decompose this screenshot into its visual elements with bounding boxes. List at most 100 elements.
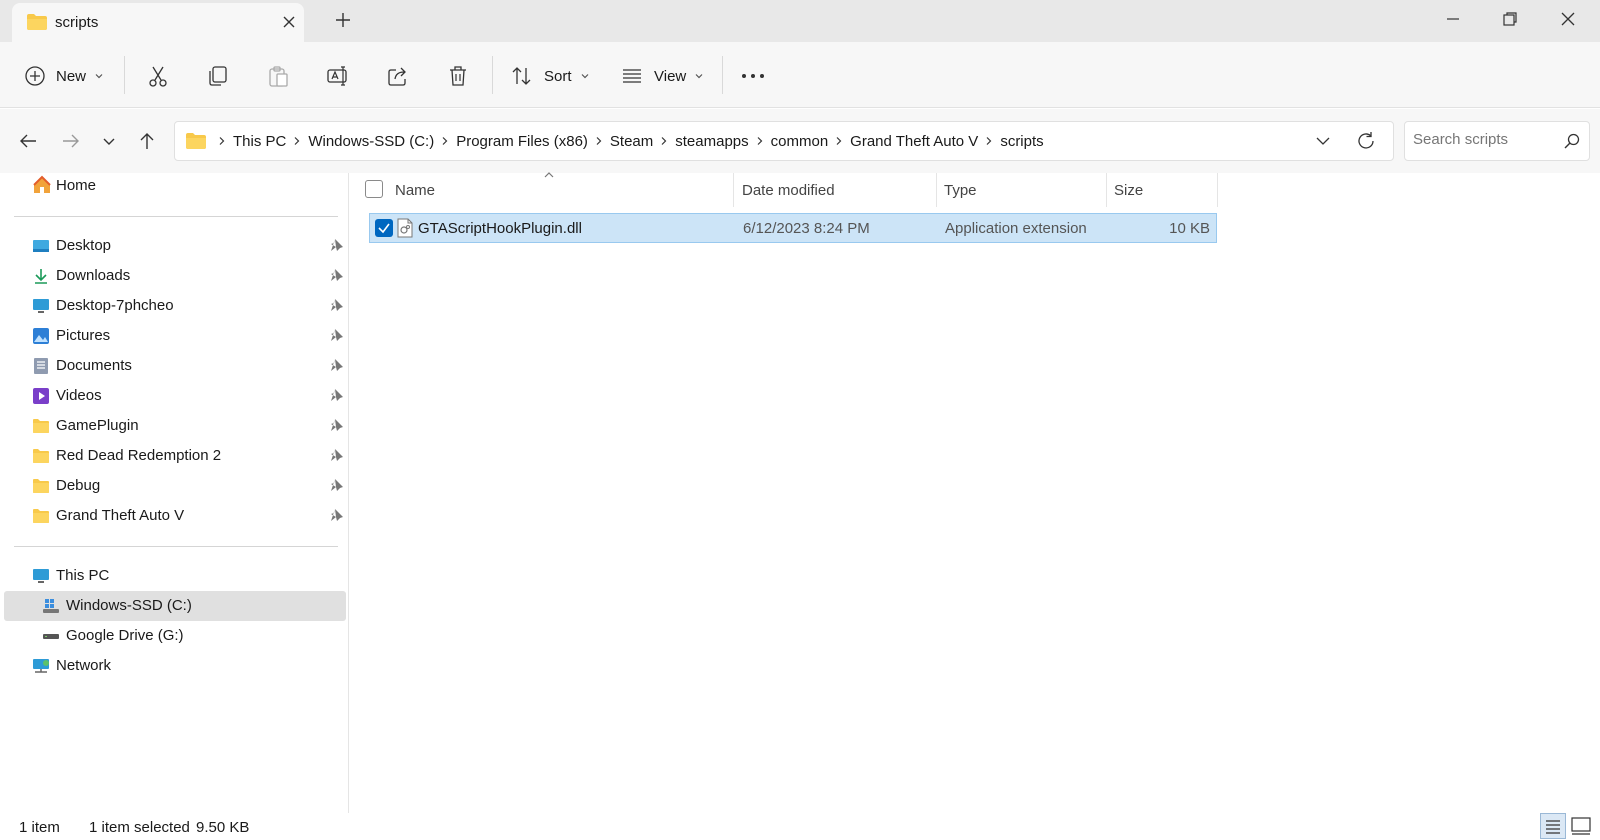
pin-icon[interactable]: [330, 328, 344, 342]
rename-button[interactable]: [326, 62, 350, 90]
back-arrow-icon[interactable]: [16, 129, 40, 153]
chevron-right-icon[interactable]: [830, 136, 848, 146]
select-all-checkbox[interactable]: [365, 180, 383, 198]
file-name: GTAScriptHookPlugin.dll: [418, 220, 582, 237]
status-item-count: 1 item: [19, 819, 60, 836]
breadcrumb-windows-ssd[interactable]: Windows-SSD (C:): [306, 133, 436, 150]
thumbnail-view-icon[interactable]: [1568, 813, 1594, 839]
search-input[interactable]: [1413, 131, 1553, 148]
sidebar-item-documents[interactable]: Documents: [4, 351, 346, 381]
folder-icon: [27, 14, 47, 30]
copy-button[interactable]: [206, 62, 230, 90]
sidebar-item-desktop[interactable]: Desktop: [4, 231, 346, 261]
column-header-date-modified[interactable]: Date modified: [742, 173, 942, 207]
new-button[interactable]: New: [24, 62, 104, 90]
column-header-label: Name: [395, 181, 436, 199]
sidebar-item-windows-ssd[interactable]: Windows-SSD (C:): [4, 591, 346, 621]
sidebar-item-label: Grand Theft Auto V: [56, 507, 185, 524]
sort-button[interactable]: Sort: [510, 62, 590, 90]
chevron-right-icon[interactable]: [590, 136, 608, 146]
status-selected: 1 item selected: [89, 819, 190, 836]
view-button[interactable]: View: [620, 62, 704, 90]
restore-icon[interactable]: [1499, 8, 1521, 30]
sidebar-item-downloads[interactable]: Downloads: [4, 261, 346, 291]
chevron-right-icon[interactable]: [751, 136, 769, 146]
sidebar-item-pictures[interactable]: Pictures: [4, 321, 346, 351]
search-icon[interactable]: [1563, 132, 1581, 150]
pin-icon[interactable]: [330, 508, 344, 522]
new-tab-icon[interactable]: [333, 10, 353, 30]
pin-icon[interactable]: [330, 448, 344, 462]
pin-icon[interactable]: [330, 358, 344, 372]
navigation-pane: Home Desktop Downloads Desktop-7phcheo P…: [0, 173, 349, 813]
sidebar-item-label: Videos: [56, 387, 102, 404]
pin-icon[interactable]: [330, 418, 344, 432]
table-row[interactable]: GTAScriptHookPlugin.dll 6/12/2023 8:24 P…: [369, 213, 1217, 243]
breadcrumb-steam[interactable]: Steam: [608, 133, 655, 150]
pin-icon[interactable]: [330, 388, 344, 402]
sidebar-item-label: Documents: [56, 357, 132, 374]
breadcrumb-program-files[interactable]: Program Files (x86): [454, 133, 590, 150]
breadcrumb-steamapps[interactable]: steamapps: [673, 133, 750, 150]
share-button[interactable]: [386, 62, 410, 90]
tab-scripts[interactable]: scripts: [12, 3, 304, 42]
breadcrumb-common[interactable]: common: [769, 133, 831, 150]
chevron-right-icon[interactable]: [436, 136, 454, 146]
pin-icon[interactable]: [330, 298, 344, 312]
sidebar-item-label: Desktop-7phcheo: [56, 297, 174, 314]
search-box[interactable]: [1404, 121, 1590, 161]
file-size: 10 KB: [1169, 220, 1210, 237]
forward-arrow-icon[interactable]: [59, 129, 83, 153]
copy-icon: [209, 66, 227, 86]
column-divider[interactable]: [936, 173, 937, 207]
up-arrow-icon[interactable]: [135, 129, 159, 153]
sidebar-item-red-dead-redemption-2[interactable]: Red Dead Redemption 2: [4, 441, 346, 471]
address-bar[interactable]: This PC Windows-SSD (C:) Program Files (…: [174, 121, 1394, 161]
column-header-name[interactable]: Name: [395, 173, 715, 207]
column-divider[interactable]: [733, 173, 734, 207]
column-divider[interactable]: [1106, 173, 1107, 207]
sidebar-item-this-pc[interactable]: This PC: [4, 561, 346, 591]
sidebar-item-label: Network: [56, 657, 112, 674]
close-window-icon[interactable]: [1557, 8, 1579, 30]
paste-button[interactable]: [266, 62, 290, 90]
sidebar-item-label: This PC: [56, 567, 110, 584]
sidebar-item-debug[interactable]: Debug: [4, 471, 346, 501]
sidebar-item-network[interactable]: Network: [4, 651, 346, 681]
recent-locations-icon[interactable]: [97, 129, 121, 153]
breadcrumb-this-pc[interactable]: This PC: [231, 133, 288, 150]
address-history-chevron-icon[interactable]: [1313, 131, 1333, 151]
details-view-icon[interactable]: [1540, 813, 1566, 839]
drive-c-icon: [43, 599, 59, 613]
minimize-icon[interactable]: [1442, 8, 1464, 30]
pin-icon[interactable]: [330, 478, 344, 492]
sidebar-item-gameplugin[interactable]: GamePlugin: [4, 411, 346, 441]
rename-icon: [327, 66, 347, 86]
sidebar-item-label: Debug: [56, 477, 101, 494]
breadcrumb-gta-v[interactable]: Grand Theft Auto V: [848, 133, 980, 150]
sidebar-item-videos[interactable]: Videos: [4, 381, 346, 411]
chevron-right-icon[interactable]: [655, 136, 673, 146]
drive-g-icon: [43, 634, 59, 639]
row-checkbox[interactable]: [375, 219, 393, 237]
view-icon: [623, 69, 641, 83]
delete-button[interactable]: [446, 62, 470, 90]
column-divider[interactable]: [1217, 173, 1218, 207]
column-header-type[interactable]: Type: [944, 173, 1104, 207]
refresh-icon[interactable]: [1355, 130, 1377, 152]
sidebar-item-home[interactable]: Home: [4, 171, 346, 201]
sidebar-item-desktop-7phcheo[interactable]: Desktop-7phcheo: [4, 291, 346, 321]
chevron-right-icon[interactable]: [288, 136, 306, 146]
cut-button[interactable]: [146, 62, 170, 90]
breadcrumb-scripts[interactable]: scripts: [998, 133, 1045, 150]
sidebar-item-google-drive[interactable]: Google Drive (G:): [4, 621, 346, 651]
chevron-right-icon[interactable]: [980, 136, 998, 146]
column-header-size[interactable]: Size: [1114, 173, 1214, 207]
pin-icon[interactable]: [330, 238, 344, 252]
sidebar-item-grand-theft-auto-v[interactable]: Grand Theft Auto V: [4, 501, 346, 531]
pin-icon[interactable]: [330, 268, 344, 282]
more-options-button[interactable]: [740, 62, 766, 90]
sort-label: Sort: [544, 67, 572, 85]
folder-icon: [186, 133, 206, 149]
close-tab-icon[interactable]: [280, 13, 298, 31]
